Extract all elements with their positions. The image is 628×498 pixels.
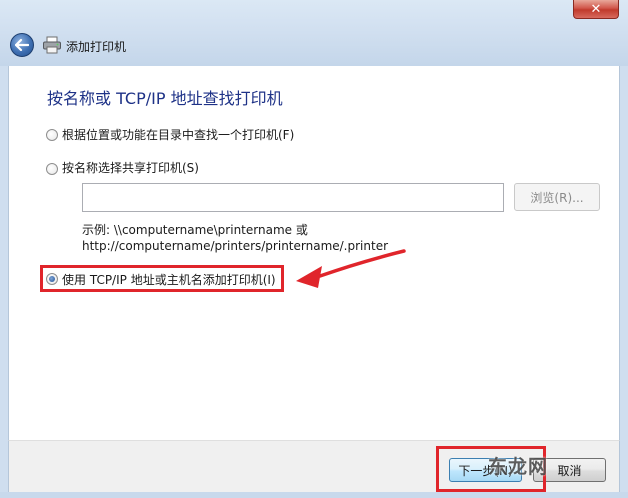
option-label-select-shared-by-name[interactable]: 按名称选择共享打印机(S): [62, 159, 199, 176]
close-icon: ✕: [590, 1, 602, 17]
printer-icon: [43, 36, 61, 54]
window-title: 添加打印机: [66, 40, 127, 54]
browse-button[interactable]: 浏览(R)...: [514, 183, 600, 211]
shared-printer-name-input[interactable]: [82, 183, 504, 212]
page-title: 按名称或 TCP/IP 地址查找打印机: [47, 89, 283, 108]
radio-select-shared-by-name[interactable]: [46, 163, 58, 175]
window-frame-right: [620, 66, 628, 492]
window-frame-bottom: [0, 492, 628, 498]
window-frame-left: [0, 66, 8, 492]
radio-find-in-directory[interactable]: [46, 129, 58, 141]
watermark-logo: 东龙网: [488, 456, 549, 478]
option-label-find-in-directory[interactable]: 根据位置或功能在目录中查找一个打印机(F): [62, 126, 294, 143]
back-arrow-icon: [15, 39, 29, 51]
back-button[interactable]: [10, 33, 34, 57]
title-bar: [0, 0, 628, 66]
annotation-highlight-box: [40, 265, 284, 292]
example-text-line2: http://computername/printers/printername…: [82, 239, 389, 253]
close-button[interactable]: ✕: [573, 0, 619, 19]
wizard-content: [8, 66, 620, 440]
example-text-line1: 示例: \\computername\printername 或: [82, 223, 308, 237]
